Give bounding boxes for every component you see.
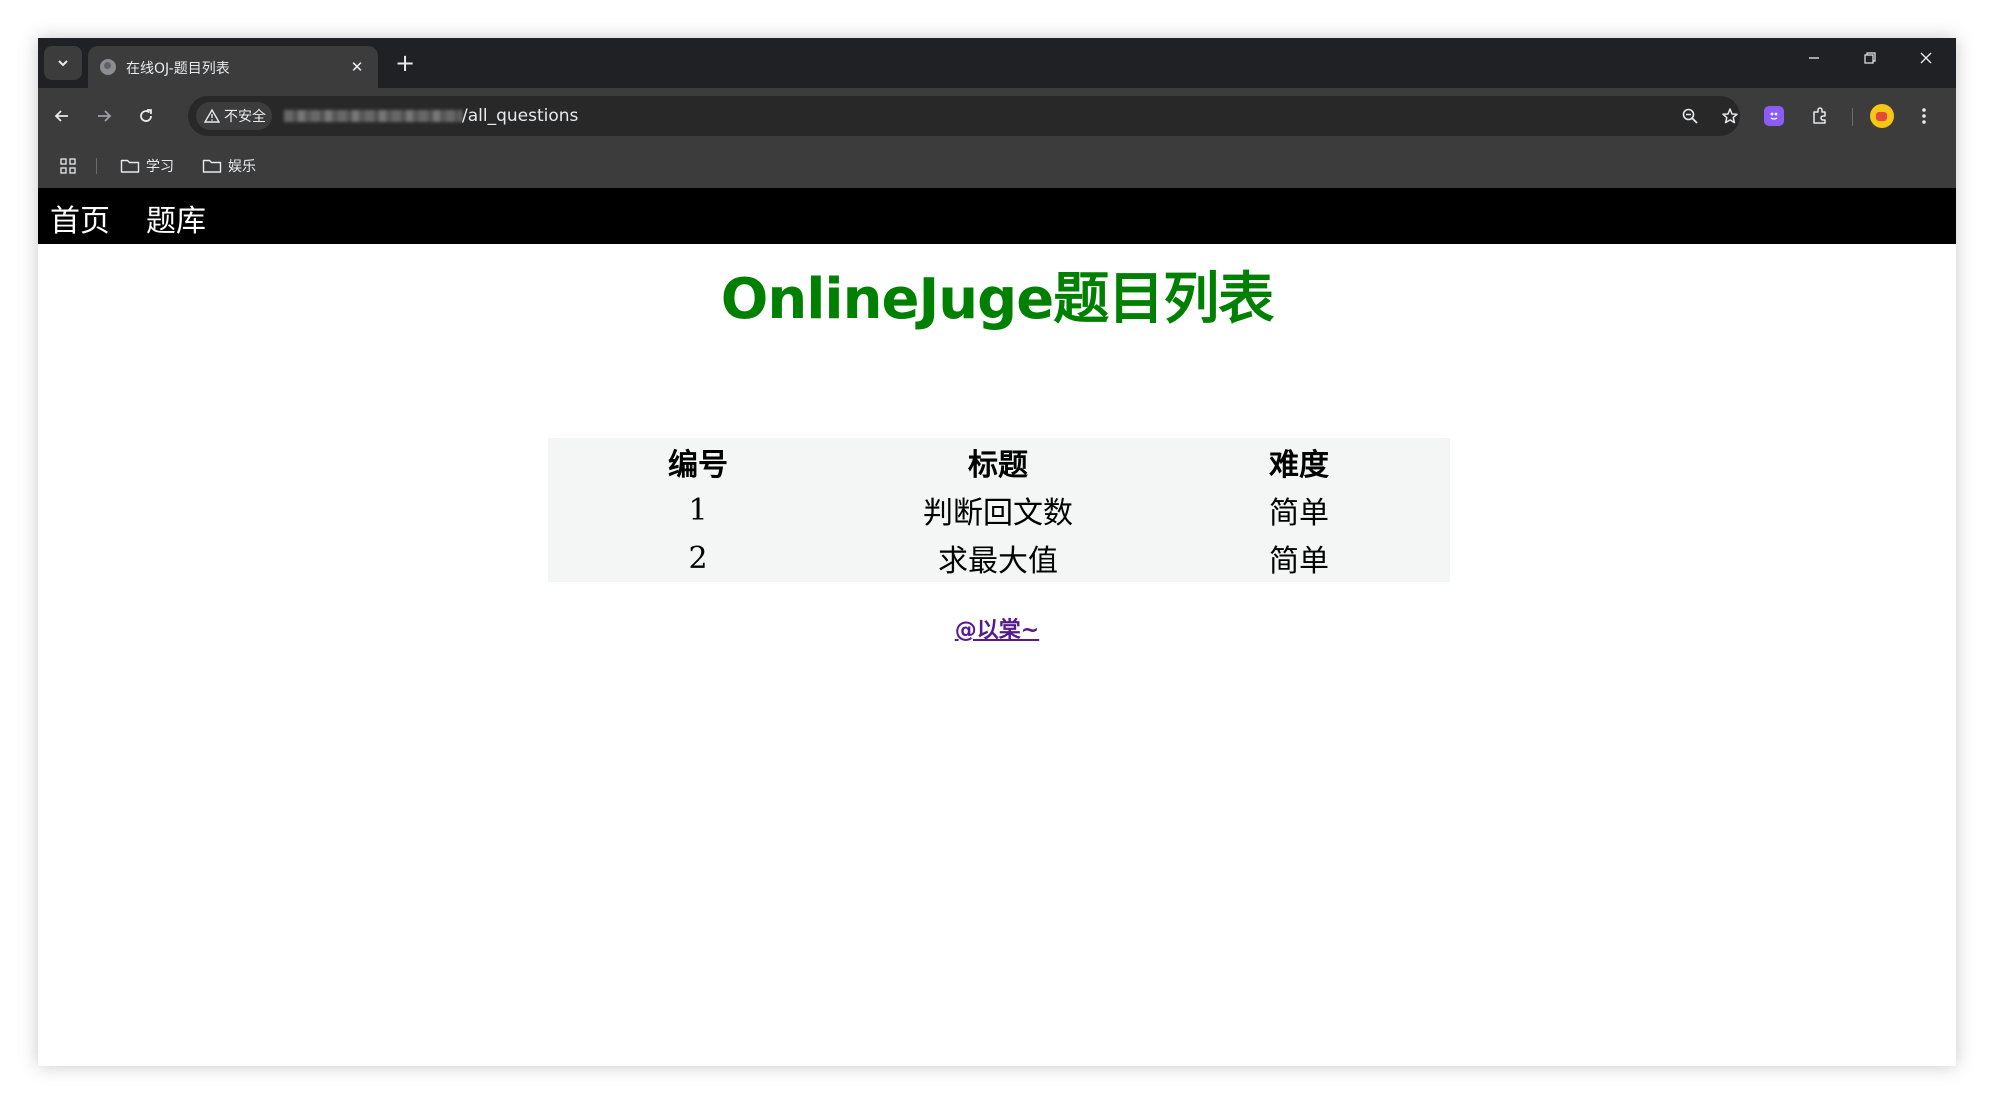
security-chip[interactable]: 不安全	[196, 102, 272, 130]
site-nav: 首页 题库	[38, 188, 1956, 244]
minimize-button[interactable]	[1786, 38, 1842, 78]
browser-menu-button[interactable]	[1908, 100, 1940, 132]
bookmark-star-button[interactable]	[1718, 104, 1742, 128]
question-difficulty: 简单	[1269, 544, 1329, 579]
questions-table: 编号 标题 难度 1 判断回文数 简单 2 求最大值 简单	[548, 438, 1450, 582]
arrow-left-icon	[54, 110, 68, 122]
avatar	[1870, 104, 1894, 128]
bookmark-folder-entertainment[interactable]: 娱乐	[202, 154, 256, 178]
column-header-difficulty: 难度	[1269, 448, 1329, 483]
question-id: 1	[688, 492, 708, 528]
bookmark-folder-study[interactable]: 学习	[120, 154, 174, 178]
warning-icon	[204, 108, 220, 123]
question-difficulty: 简单	[1269, 496, 1329, 531]
toolbar-divider	[1852, 108, 1853, 126]
page-content: 首页 题库 OnlineJuge题目列表 编号 标题 难度 1 判断回文数 简单…	[38, 188, 1956, 1066]
profile-button[interactable]	[1866, 100, 1898, 132]
browser-toolbar: 不安全 /all_questions	[38, 88, 1956, 144]
tab-close-button[interactable]: ✕	[346, 56, 368, 78]
extensions-menu-button[interactable]	[1804, 100, 1836, 132]
restore-button[interactable]	[1842, 38, 1898, 78]
restore-icon	[1864, 52, 1876, 64]
bookmark-label: 学习	[146, 159, 174, 175]
more-vert-icon	[1922, 108, 1926, 124]
minimize-icon	[1809, 57, 1819, 59]
reload-button[interactable]	[130, 100, 162, 132]
forward-button[interactable]	[88, 100, 120, 132]
tab-title: 在线OJ-题目列表	[126, 61, 230, 77]
question-id: 2	[688, 540, 708, 576]
question-title[interactable]: 判断回文数	[848, 486, 1148, 534]
arrow-right-icon	[98, 110, 112, 122]
column-header-title: 标题	[968, 448, 1028, 483]
zoom-out-icon	[1682, 108, 1698, 124]
bookmarks-divider	[96, 158, 97, 174]
nav-link-question-bank[interactable]: 题库	[146, 196, 206, 240]
back-button[interactable]	[46, 100, 78, 132]
tab-search-button[interactable]	[44, 46, 82, 80]
tab-strip: 在线OJ-题目列表 ✕ +	[38, 38, 1956, 88]
puzzle-icon	[1813, 107, 1826, 124]
folder-icon	[202, 159, 222, 173]
folder-icon	[120, 159, 140, 173]
table-row[interactable]: 1 判断回文数 简单	[548, 486, 1450, 534]
chevron-down-icon	[58, 60, 68, 67]
page-title: OnlineJuge题目列表	[720, 267, 1274, 332]
new-tab-button[interactable]: +	[390, 48, 420, 78]
extension-icon	[1764, 106, 1784, 126]
zoom-button[interactable]	[1678, 104, 1702, 128]
star-icon	[1722, 108, 1738, 124]
active-tab[interactable]: 在线OJ-题目列表 ✕	[88, 46, 378, 88]
bookmarks-bar: 学习 娱乐	[38, 144, 1956, 188]
url-host-redacted	[284, 110, 462, 122]
close-icon	[1920, 52, 1932, 64]
url-path: /all_questions	[462, 106, 579, 126]
close-window-button[interactable]	[1898, 38, 1954, 78]
address-bar[interactable]: 不安全 /all_questions	[188, 96, 1740, 136]
apps-grid-icon[interactable]	[58, 156, 78, 176]
nav-link-home[interactable]: 首页	[50, 196, 110, 240]
extension-button[interactable]	[1758, 100, 1790, 132]
bookmark-label: 娱乐	[228, 159, 256, 175]
table-row[interactable]: 2 求最大值 简单	[548, 534, 1450, 582]
security-label: 不安全	[224, 109, 266, 125]
author-link[interactable]: @以棠~	[38, 612, 1956, 644]
column-header-id: 编号	[668, 448, 728, 483]
table-header-row: 编号 标题 难度	[548, 438, 1450, 486]
question-title[interactable]: 求最大值	[848, 534, 1148, 582]
browser-window: 在线OJ-题目列表 ✕ + 不安全 /all_questions 学习 娱乐 首…	[38, 38, 1956, 1066]
globe-icon	[100, 59, 116, 75]
reload-icon	[140, 109, 152, 122]
